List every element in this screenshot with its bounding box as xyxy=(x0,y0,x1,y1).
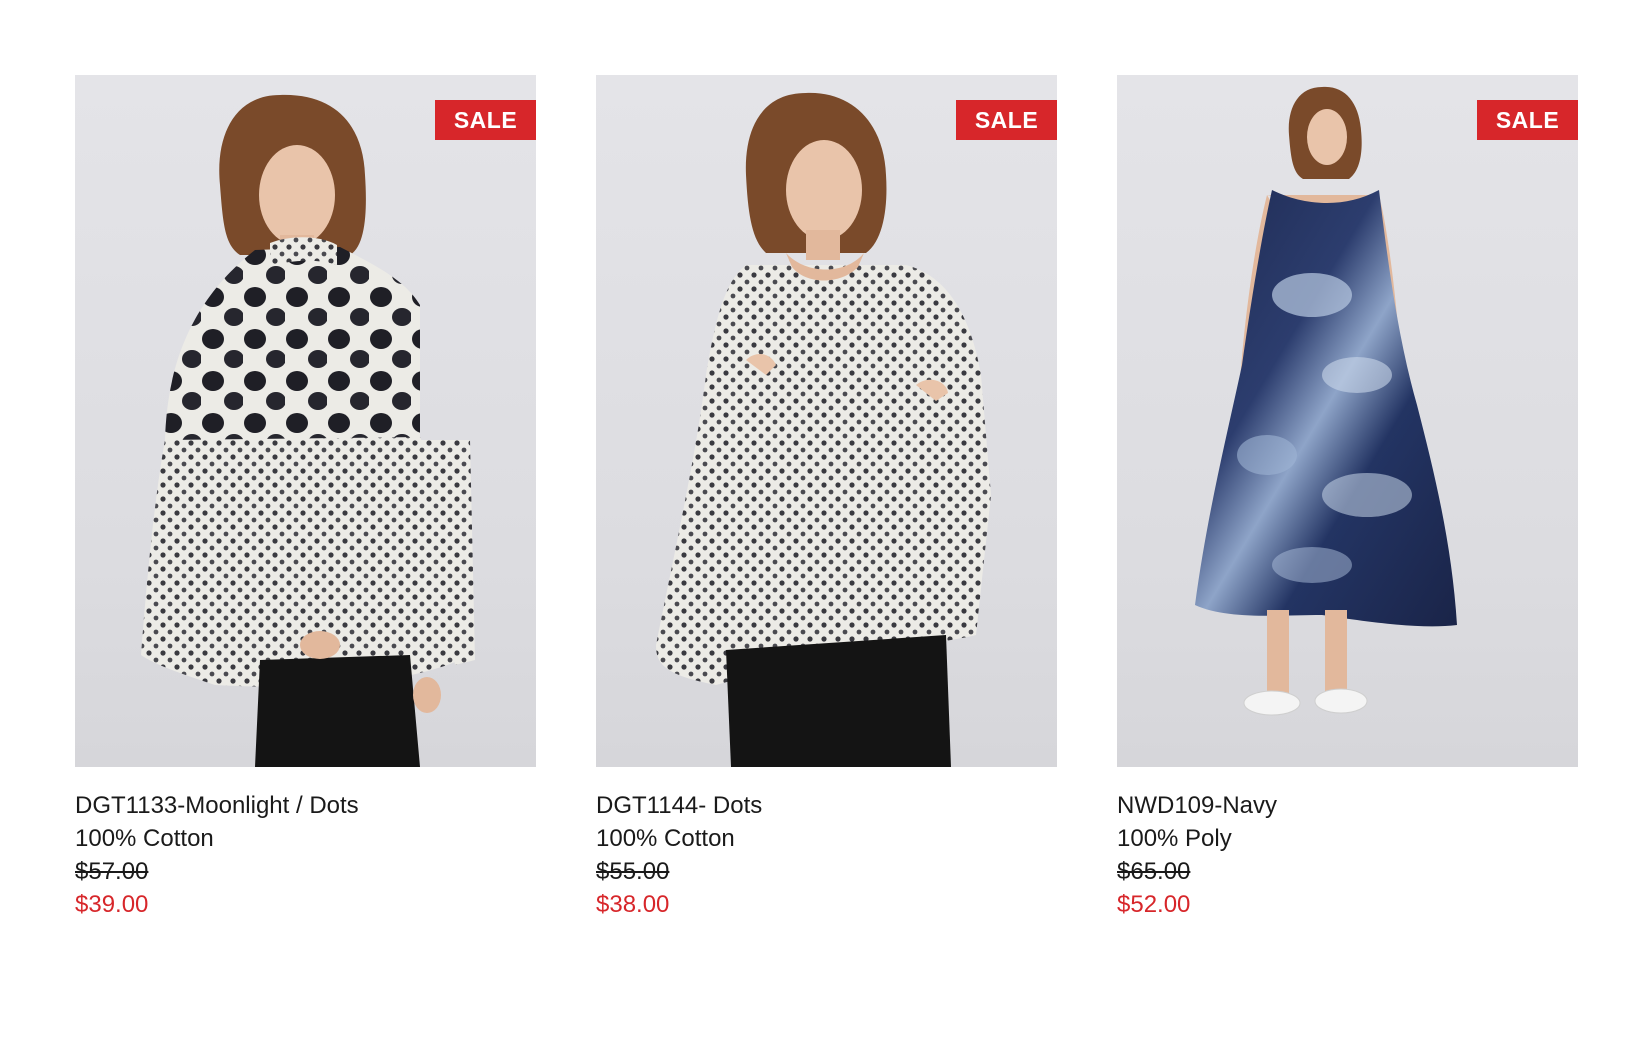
product-card[interactable]: SALE DGT1144- Dots 100% Cotton $55.00 $3… xyxy=(596,75,1057,921)
product-info: NWD109-Navy 100% Poly $65.00 $52.00 xyxy=(1117,789,1578,921)
product-card[interactable]: SALE DGT1133-Moonlight / Dots 100% Cotto… xyxy=(75,75,536,921)
sale-price: $52.00 xyxy=(1117,891,1191,918)
product-material: 100% Cotton xyxy=(596,825,735,852)
sale-badge: SALE xyxy=(435,100,536,140)
sale-price: $39.00 xyxy=(75,891,149,918)
product-info: DGT1144- Dots 100% Cotton $55.00 $38.00 xyxy=(596,789,1057,921)
product-material: 100% Cotton xyxy=(75,825,214,852)
product-card[interactable]: SALE NWD109-Navy 100% Poly $65.00 $52.00 xyxy=(1117,75,1578,921)
product-grid: SALE DGT1133-Moonlight / Dots 100% Cotto… xyxy=(75,75,1578,921)
product-image[interactable]: SALE xyxy=(596,75,1057,767)
model-photo xyxy=(1195,86,1457,716)
original-price: $55.00 xyxy=(596,858,670,885)
product-image[interactable]: SALE xyxy=(75,75,536,767)
original-price: $57.00 xyxy=(75,858,149,885)
product-image[interactable]: SALE xyxy=(1117,75,1578,767)
product-info: DGT1133-Moonlight / Dots 100% Cotton $57… xyxy=(75,789,536,921)
product-name[interactable]: NWD109-Navy xyxy=(1117,789,1578,822)
product-material: 100% Poly xyxy=(1117,825,1232,852)
sale-badge: SALE xyxy=(1477,100,1578,140)
product-name[interactable]: DGT1144- Dots xyxy=(596,789,1057,822)
product-name[interactable]: DGT1133-Moonlight / Dots xyxy=(75,789,536,822)
original-price: $65.00 xyxy=(1117,858,1191,885)
sale-price: $38.00 xyxy=(596,891,670,918)
model-photo xyxy=(656,92,991,767)
model-photo xyxy=(141,94,475,767)
sale-badge: SALE xyxy=(956,100,1057,140)
